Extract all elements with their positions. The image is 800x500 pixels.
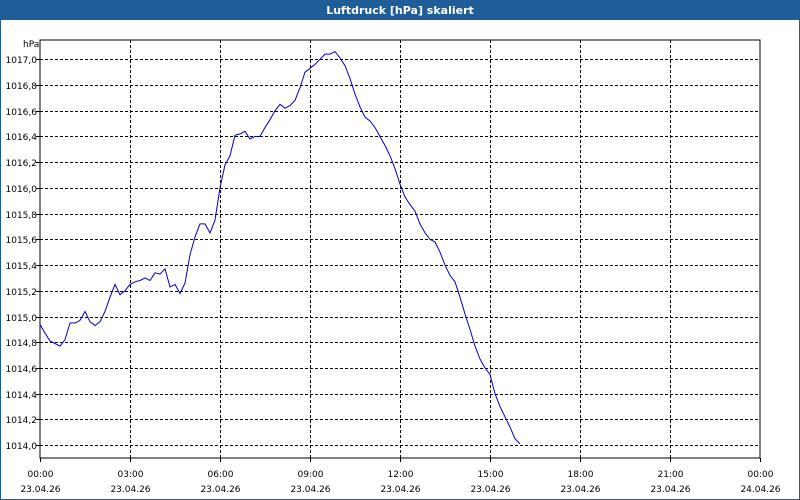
y-tick-label: 1015,4 bbox=[6, 262, 38, 272]
y-axis-label: hPa bbox=[23, 40, 39, 50]
x-tick-time-label: 00:00 bbox=[748, 470, 774, 480]
y-tick-label: 1016,8 bbox=[6, 82, 38, 92]
pressure-series-line bbox=[39, 50, 521, 445]
y-tick-label: 1016,0 bbox=[6, 185, 38, 195]
x-tick-date-label: 23.04.26 bbox=[560, 485, 600, 495]
y-tick-label: 1015,6 bbox=[6, 236, 38, 246]
x-tick-date-label: 23.04.26 bbox=[470, 485, 510, 495]
x-tick-time-label: 18:00 bbox=[568, 470, 594, 480]
y-tick-label: 1014,8 bbox=[6, 339, 38, 349]
x-tick-time-label: 15:00 bbox=[478, 470, 504, 480]
y-tick-label: 1016,2 bbox=[6, 159, 38, 169]
x-tick-date-label: 23.04.26 bbox=[650, 485, 690, 495]
y-tick-label: 1014,0 bbox=[6, 442, 38, 452]
x-tick-time-label: 00:00 bbox=[28, 470, 54, 480]
y-tick-label: 1014,6 bbox=[6, 365, 38, 375]
x-tick-date-label: 23.04.26 bbox=[20, 485, 60, 495]
y-tick-label: 1015,8 bbox=[6, 211, 38, 221]
y-tick-label: 1015,0 bbox=[6, 314, 38, 324]
x-tick-date-label: 23.04.26 bbox=[110, 485, 150, 495]
pressure-chart: 1014,0 1014,2 1014,4 1014,6 1014,8 1015,0 1015… bbox=[6, 39, 781, 495]
x-tick-date-label: 24.04.26 bbox=[740, 485, 780, 495]
y-tick-label: 1016,6 bbox=[6, 108, 38, 118]
y-tick-label: 1014,2 bbox=[6, 416, 38, 426]
y-axis: 1014,0 1014,2 1014,4 1014,6 1014,8 1015,0 1015… bbox=[6, 56, 40, 452]
x-tick-time-label: 21:00 bbox=[658, 470, 684, 480]
x-tick-date-label: 23.04.26 bbox=[290, 485, 330, 495]
grid-layer bbox=[40, 40, 760, 458]
y-tick-label: 1017,0 bbox=[6, 56, 38, 66]
x-tick-date-label: 23.04.26 bbox=[380, 485, 420, 495]
x-tick-time-label: 09:00 bbox=[298, 470, 324, 480]
x-axis: 00:00 23.04.26 03:00 23.04.26 06:00 23.04.26 0… bbox=[20, 458, 781, 495]
y-tick-label: 1014,4 bbox=[6, 391, 38, 401]
x-tick-time-label: 06:00 bbox=[208, 470, 234, 480]
x-tick-time-label: 03:00 bbox=[118, 470, 144, 480]
y-tick-label: 1015,2 bbox=[6, 288, 38, 298]
x-tick-date-label: 23.04.26 bbox=[200, 485, 240, 495]
y-tick-label: 1016,4 bbox=[6, 133, 38, 143]
x-tick-time-label: 12:00 bbox=[388, 470, 414, 480]
